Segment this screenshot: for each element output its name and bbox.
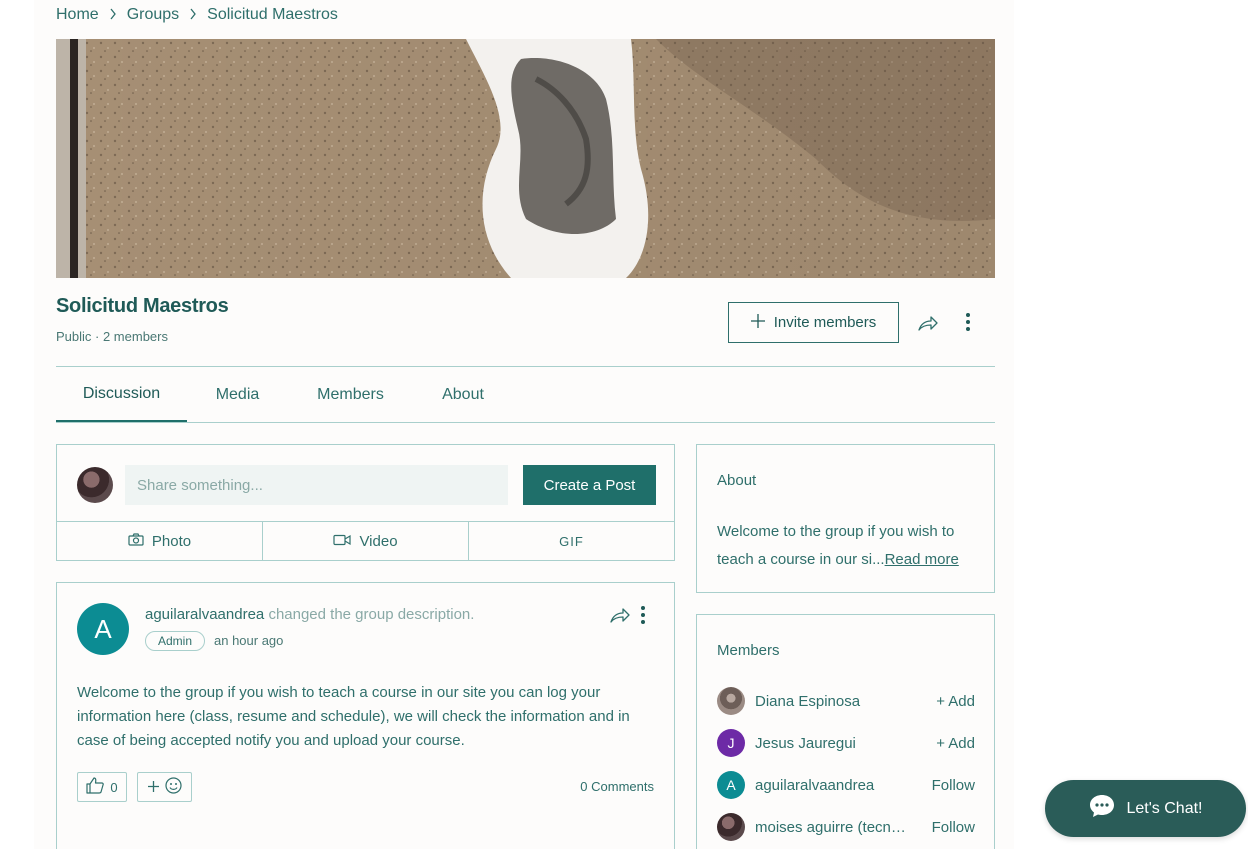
like-button[interactable]: 0 [77, 772, 127, 802]
breadcrumb-home[interactable]: Home [56, 6, 99, 24]
about-text: Welcome to the group if you wish to teac… [717, 518, 982, 574]
video-label: Video [359, 532, 398, 550]
post-author-name[interactable]: aguilaralvaandrea [145, 606, 264, 623]
cover-photo [56, 39, 995, 278]
tab-discussion[interactable]: Discussion [56, 367, 187, 423]
thumbs-up-icon [86, 777, 105, 797]
invite-members-label: Invite members [773, 314, 877, 331]
more-options-icon[interactable] [635, 605, 651, 625]
share-icon[interactable] [608, 605, 632, 625]
member-row: moises aguirre (tecn… Follow [717, 813, 975, 841]
composer-actions: Photo Video GIF [57, 521, 674, 560]
chevron-right-icon [189, 8, 197, 23]
group-tabs: Discussion Media Members About [56, 367, 995, 423]
post-body: Welcome to the group if you wish to teac… [77, 684, 630, 749]
plus-icon [147, 780, 159, 795]
video-button[interactable]: Video [263, 522, 469, 560]
chat-bubble-icon [1089, 794, 1115, 823]
post-card: A aguilaralvaandrea changed the group de… [56, 582, 675, 849]
add-member-button[interactable]: + Add [936, 735, 975, 752]
avatar[interactable] [717, 687, 745, 715]
post-composer: Create a Post Photo Video GIF [56, 444, 675, 561]
post-action-text: changed the group description. [268, 606, 475, 623]
group-title: Solicitud Maestros [56, 295, 229, 317]
video-camera-icon [333, 533, 352, 550]
avatar[interactable]: A [717, 771, 745, 799]
tab-members[interactable]: Members [310, 367, 391, 423]
member-row: J Jesus Jauregui + Add [717, 729, 975, 757]
smiley-icon [164, 777, 182, 797]
share-icon[interactable] [916, 312, 940, 334]
read-more-link[interactable]: Read more [885, 551, 959, 568]
comments-count[interactable]: 0 Comments [580, 779, 654, 794]
members-title: Members [717, 642, 780, 659]
gif-button[interactable]: GIF [469, 522, 674, 560]
add-member-button[interactable]: + Add [936, 693, 975, 710]
post-header: aguilaralvaandrea changed the group desc… [145, 606, 474, 623]
camera-icon [128, 532, 144, 550]
gif-label: GIF [559, 533, 584, 549]
follow-button[interactable]: Follow [932, 777, 975, 794]
group-meta: Public · 2 members [56, 329, 168, 344]
avatar[interactable]: J [717, 729, 745, 757]
follow-button[interactable]: Follow [932, 819, 975, 836]
about-widget: About Welcome to the group if you wish t… [696, 444, 995, 593]
breadcrumb-current[interactable]: Solicitud Maestros [207, 6, 338, 24]
group-cover-image [56, 39, 995, 278]
chat-button[interactable]: Let's Chat! [1045, 780, 1246, 837]
tabs-divider [56, 422, 995, 423]
chevron-right-icon [109, 8, 117, 23]
avatar[interactable] [717, 813, 745, 841]
tab-about[interactable]: About [432, 367, 494, 423]
add-reaction-button[interactable] [137, 772, 192, 802]
photo-label: Photo [151, 532, 192, 550]
tab-media[interactable]: Media [202, 367, 273, 423]
post-timestamp: an hour ago [214, 633, 284, 648]
member-name[interactable]: Diana Espinosa [755, 693, 915, 710]
members-widget: Members Diana Espinosa + Add J Jesus Jau… [696, 614, 995, 849]
about-title: About [717, 472, 757, 489]
breadcrumb-groups[interactable]: Groups [127, 6, 179, 24]
avatar [77, 467, 113, 503]
admin-badge: Admin [145, 631, 206, 651]
invite-members-button[interactable]: Invite members [728, 302, 899, 343]
chat-label: Let's Chat! [1126, 799, 1203, 817]
member-name[interactable]: Jesus Jauregui [755, 735, 915, 752]
more-options-icon[interactable] [958, 311, 978, 333]
create-post-button[interactable]: Create a Post [523, 465, 656, 505]
photo-button[interactable]: Photo [57, 522, 263, 560]
avatar[interactable]: A [77, 603, 129, 655]
like-count: 0 [110, 779, 118, 795]
member-name[interactable]: moises aguirre (tecn… [755, 819, 915, 836]
member-row: A aguilaralvaandrea Follow [717, 771, 975, 799]
share-something-input[interactable] [125, 465, 508, 505]
breadcrumb: Home Groups Solicitud Maestros [56, 5, 338, 25]
member-name[interactable]: aguilaralvaandrea [755, 777, 915, 794]
member-row: Diana Espinosa + Add [717, 687, 975, 715]
plus-icon [750, 313, 765, 332]
